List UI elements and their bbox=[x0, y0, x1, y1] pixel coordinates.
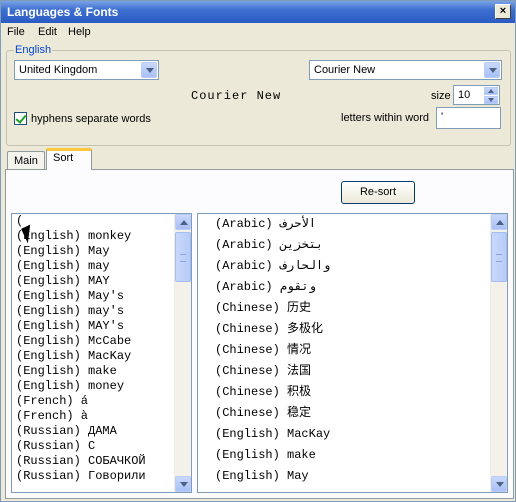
spin-up-icon[interactable] bbox=[484, 87, 498, 95]
tab-main-label: Main bbox=[14, 155, 38, 167]
vertical-scrollbar[interactable] bbox=[490, 214, 507, 492]
locale-select[interactable]: United Kingdom bbox=[14, 60, 159, 80]
list-item[interactable]: (English) MAY bbox=[12, 274, 146, 289]
list-item[interactable]: (English) may bbox=[12, 259, 146, 274]
menu-help[interactable]: Help bbox=[68, 26, 91, 38]
list-item[interactable]: (English) make bbox=[12, 364, 146, 379]
letters-within-word-label: letters within word bbox=[341, 112, 430, 124]
list-item[interactable]: (Chinese) 稳定 bbox=[198, 403, 330, 424]
list-item[interactable]: (English) MacKay bbox=[198, 424, 330, 445]
list-item[interactable]: (English) May's bbox=[12, 289, 146, 304]
list-item[interactable]: (Arabic) بتخزين bbox=[198, 235, 330, 256]
menu-file[interactable]: File bbox=[7, 26, 25, 38]
menu-bar: File Edit Help bbox=[1, 23, 515, 42]
scroll-thumb[interactable] bbox=[491, 232, 507, 282]
list-item[interactable]: (Chinese) 多极化 bbox=[198, 319, 330, 340]
window-title: Languages & Fonts bbox=[7, 5, 119, 19]
group-label: English bbox=[14, 44, 53, 56]
size-spinner[interactable]: 10 bbox=[453, 85, 500, 105]
resort-button[interactable]: Re-sort bbox=[341, 181, 415, 204]
source-list[interactable]: ((English) monkey (English) May (English) … bbox=[11, 213, 192, 493]
source-list-items: ((English) monkey (English) May (English) … bbox=[12, 214, 146, 484]
hyphens-label: hyphens separate words bbox=[31, 113, 151, 125]
list-item[interactable]: (Arabic) وتقوم bbox=[198, 277, 330, 298]
scroll-up-icon[interactable] bbox=[491, 214, 507, 230]
locale-value: United Kingdom bbox=[19, 64, 98, 76]
list-item[interactable]: (English) money bbox=[12, 379, 146, 394]
languages-fonts-window: Languages & Fonts × File Edit Help Engli… bbox=[0, 0, 516, 502]
list-item[interactable]: (English) MacKay bbox=[12, 349, 146, 364]
list-item[interactable]: (Russian) С bbox=[12, 439, 146, 454]
list-item[interactable]: (Chinese) 历史 bbox=[198, 298, 330, 319]
tab-main[interactable]: Main bbox=[7, 151, 45, 170]
list-item[interactable]: (English) MAY's bbox=[12, 319, 146, 334]
hyphens-checkbox[interactable] bbox=[14, 112, 27, 125]
list-item[interactable]: (English) McCabe bbox=[12, 334, 146, 349]
font-value: Courier New bbox=[314, 64, 376, 76]
letters-within-word-input[interactable]: ' bbox=[436, 107, 501, 129]
spin-down-icon[interactable] bbox=[484, 96, 498, 104]
scroll-down-icon[interactable] bbox=[491, 476, 507, 492]
sorted-list-items: (Arabic) الأحرف (Arabic) بتخزين (Arabic) و… bbox=[198, 214, 330, 487]
list-item[interactable]: (Russian) ДАМА bbox=[12, 424, 146, 439]
list-item[interactable]: (English) may's bbox=[12, 304, 146, 319]
list-item[interactable]: (English) May bbox=[12, 244, 146, 259]
list-item[interactable]: (Russian) СОБАЧКОЙ bbox=[12, 454, 146, 469]
tab-sort-label: Sort bbox=[53, 152, 74, 164]
size-label: size bbox=[431, 90, 451, 102]
tab-sort[interactable]: Sort bbox=[46, 148, 92, 170]
chevron-down-icon[interactable] bbox=[484, 62, 500, 78]
chevron-down-icon[interactable] bbox=[141, 62, 157, 78]
list-item[interactable]: (French) á bbox=[12, 394, 146, 409]
font-select[interactable]: Courier New bbox=[309, 60, 502, 80]
list-item[interactable]: (Chinese) 积极 bbox=[198, 382, 330, 403]
scroll-thumb[interactable] bbox=[175, 232, 191, 282]
title-bar[interactable]: Languages & Fonts × bbox=[1, 1, 515, 23]
list-item[interactable]: (French) à bbox=[12, 409, 146, 424]
menu-edit[interactable]: Edit bbox=[38, 26, 57, 38]
list-item[interactable]: (English) make bbox=[198, 445, 330, 466]
list-item[interactable]: ( bbox=[12, 214, 146, 229]
list-item[interactable]: (Arabic) الأحرف bbox=[198, 214, 330, 235]
list-item[interactable]: (Chinese) 法国 bbox=[198, 361, 330, 382]
font-preview: Courier New bbox=[191, 89, 282, 103]
close-button[interactable]: × bbox=[495, 4, 511, 19]
list-item[interactable]: (Russian) Говорили bbox=[12, 469, 146, 484]
sorted-list[interactable]: (Arabic) الأحرف (Arabic) بتخزين (Arabic) و… bbox=[197, 213, 508, 493]
size-value: 10 bbox=[458, 89, 471, 101]
list-item[interactable]: (English) May bbox=[198, 466, 330, 487]
scroll-down-icon[interactable] bbox=[175, 476, 191, 492]
list-item[interactable]: (Arabic) والحارف bbox=[198, 256, 330, 277]
list-item[interactable]: (Chinese) 情况 bbox=[198, 340, 330, 361]
scroll-up-icon[interactable] bbox=[175, 214, 191, 230]
vertical-scrollbar[interactable] bbox=[174, 214, 191, 492]
